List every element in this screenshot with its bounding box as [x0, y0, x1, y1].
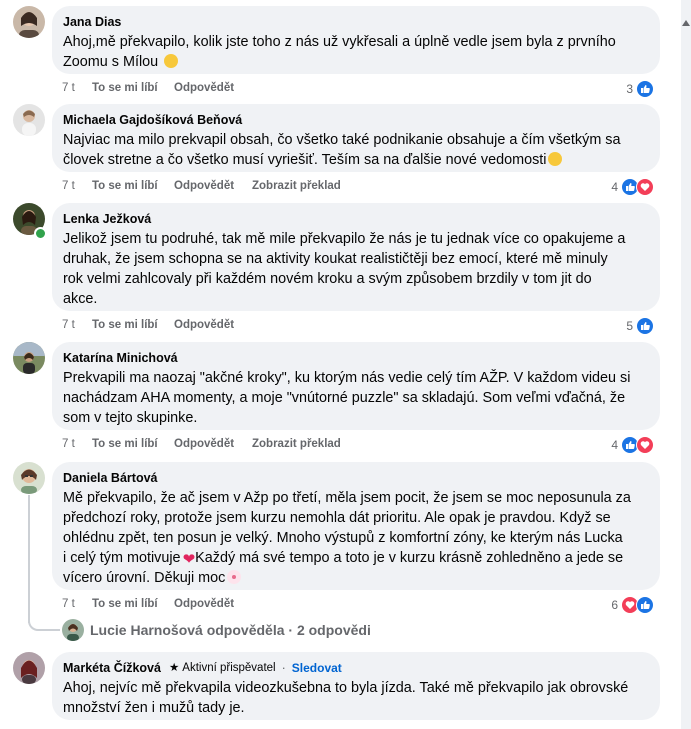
reply-button[interactable]: Odpovědět [174, 319, 252, 331]
translate-button[interactable]: Zobrazit překlad [252, 438, 341, 450]
comment-bubble: Daniela Bártová Mě překvapilo, že ač jse… [52, 462, 660, 590]
reply-connector [28, 617, 60, 631]
heart-emoji-icon: ❤ [182, 551, 196, 568]
avatar[interactable] [13, 104, 45, 136]
comment-bubble: Jana Dias Ahoj,mě překvapilo, kolik jste… [52, 6, 660, 74]
thread-connector [28, 495, 30, 623]
like-button[interactable]: To se mi líbí [92, 319, 174, 331]
comment-actions: 7 t To se mi líbí Odpovědět Zobrazit pře… [62, 438, 341, 450]
grin-emoji-icon [548, 152, 563, 166]
comment-text: Ahoj,mě překvapilo, kolik jste toho z ná… [63, 34, 616, 70]
timestamp[interactable]: 7 t [62, 180, 92, 192]
star-icon: ★ [168, 662, 180, 674]
love-reaction-icon [636, 178, 654, 196]
comment-text: Ahoj, nejvíc mě překvapila videozkušebna… [63, 680, 629, 716]
view-replies-link[interactable]: Lucie Harnošová odpověděla · 2 odpovědi [28, 617, 371, 641]
like-reaction-icon [636, 317, 654, 335]
avatar[interactable] [13, 342, 45, 374]
love-reaction-icon [636, 436, 654, 454]
timestamp[interactable]: 7 t [62, 438, 92, 450]
reaction-summary[interactable]: 5 [626, 317, 654, 335]
scrollbar[interactable] [681, 0, 691, 729]
comment-actions: 7 t To se mi líbí Odpovědět [62, 319, 252, 331]
author-name[interactable]: Daniela Bártová [63, 470, 157, 486]
like-reaction-icon [636, 80, 654, 98]
like-reaction-icon [636, 596, 654, 614]
smile-emoji-icon [164, 54, 179, 68]
reply-button[interactable]: Odpovědět [174, 180, 252, 192]
comment-text: Jelikož jsem tu podruhé, tak mě mile pře… [63, 231, 626, 307]
reply-button[interactable]: Odpovědět [174, 82, 252, 94]
timestamp[interactable]: 7 t [62, 82, 92, 94]
translate-button[interactable]: Zobrazit překlad [252, 180, 341, 192]
scroll-up-arrow[interactable] [682, 20, 690, 26]
reply-button[interactable]: Odpovědět [174, 598, 252, 610]
author-name[interactable]: Lenka Ježková [63, 211, 151, 227]
author-name[interactable]: Jana Dias [63, 14, 121, 30]
comment-bubble: Lenka Ježková Jelikož jsem tu podruhé, t… [52, 203, 660, 311]
comment-bubble: Markéta Čížková ★ Aktivní přispěvatel · … [52, 652, 660, 720]
reply-avatar [62, 619, 84, 641]
like-button[interactable]: To se mi líbí [92, 82, 174, 94]
comment-actions: 7 t To se mi líbí Odpovědět [62, 82, 252, 94]
avatar[interactable] [13, 462, 45, 494]
timestamp[interactable]: 7 t [62, 598, 92, 610]
comment-text: Mě překvapilo, že ač jsem v Ažp po třetí… [63, 490, 631, 586]
comment-bubble: Michaela Gajdošíková Beňová Najviac ma m… [52, 104, 660, 172]
timestamp[interactable]: 7 t [62, 319, 92, 331]
author-name[interactable]: Michaela Gajdošíková Beňová [63, 112, 242, 128]
avatar[interactable] [13, 652, 45, 684]
top-contributor-badge[interactable]: ★ Aktivní přispěvatel [167, 660, 276, 676]
reaction-summary[interactable]: 4 [611, 436, 654, 454]
reply-summary-text[interactable]: Lucie Harnošová odpověděla · 2 odpovědi [90, 622, 371, 638]
comment-text: Prekvapili ma naozaj "akčné kroky", ku k… [63, 370, 631, 426]
avatar[interactable] [13, 6, 45, 38]
author-name[interactable]: Markéta Čížková [63, 660, 161, 676]
comment-actions: 7 t To se mi líbí Odpovědět Zobrazit pře… [62, 180, 341, 192]
online-status-icon [34, 227, 47, 240]
author-name[interactable]: Katarína Minichová [63, 350, 178, 366]
reply-button[interactable]: Odpovědět [174, 438, 252, 450]
flower-emoji-icon [227, 570, 242, 584]
reaction-summary[interactable]: 6 [611, 596, 654, 614]
comment-actions: 7 t To se mi líbí Odpovědět [62, 598, 252, 610]
reaction-summary[interactable]: 3 [626, 80, 654, 98]
comment-bubble: Katarína Minichová Prekvapili ma naozaj … [52, 342, 660, 430]
like-button[interactable]: To se mi líbí [92, 598, 174, 610]
like-button[interactable]: To se mi líbí [92, 180, 174, 192]
follow-button[interactable]: Sledovat [292, 660, 342, 676]
reaction-summary[interactable]: 4 [611, 178, 654, 196]
comment-text: Najviac ma milo prekvapil obsah, čo všet… [63, 132, 621, 168]
like-button[interactable]: To se mi líbí [92, 438, 174, 450]
